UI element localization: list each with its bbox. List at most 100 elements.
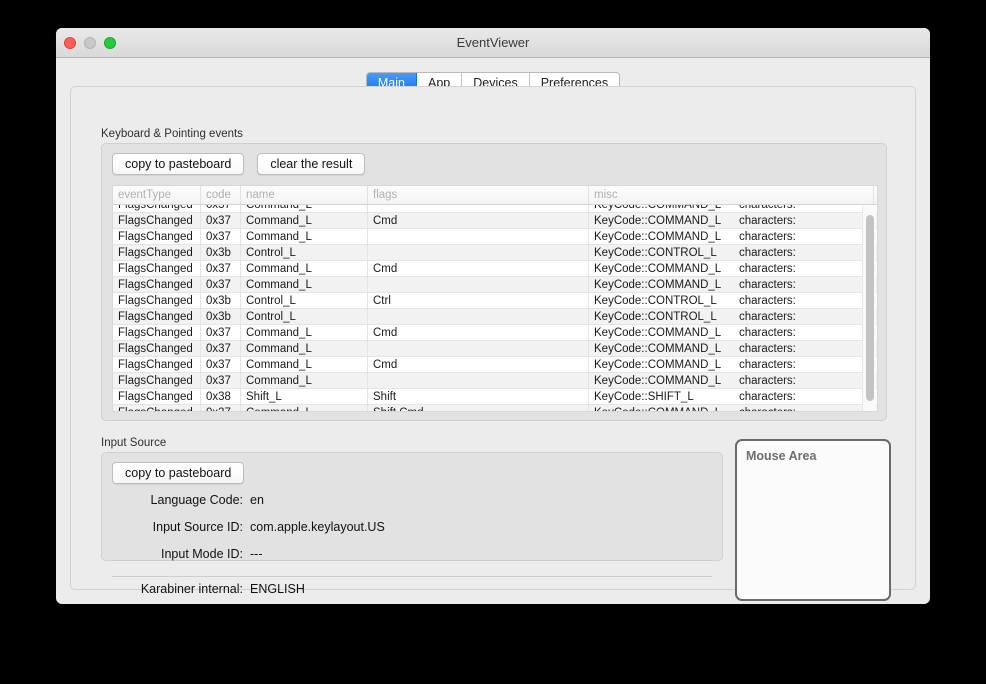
cell-flags (368, 341, 589, 356)
column-header-misc[interactable]: misc (589, 186, 874, 204)
traffic-lights (64, 37, 116, 49)
cell-misc-characters: characters: (739, 279, 796, 291)
field-label: Input Source ID: (152, 520, 243, 534)
column-header-flags[interactable]: flags (368, 186, 589, 204)
column-header-name[interactable]: name (241, 186, 368, 204)
cell-eventtype: FlagsChanged (113, 405, 201, 411)
cell-name: Command_L (241, 277, 368, 292)
cell-code: 0x37 (201, 373, 241, 388)
cell-misc-keycode: KeyCode::COMMAND_L (594, 375, 722, 387)
cell-code: 0x37 (201, 277, 241, 292)
column-header-code[interactable]: code (201, 186, 241, 204)
keyboard-section-box: copy to pasteboard clear the result even… (101, 143, 887, 421)
table-row[interactable]: FlagsChanged 0x37 Command_L KeyCode::COMMAN… (113, 277, 877, 293)
cell-misc: KeyCode::COMMAND_Lcharacters: (589, 325, 874, 340)
cell-code: 0x37 (201, 325, 241, 340)
cell-misc-characters: characters: (739, 295, 796, 307)
cell-eventtype: FlagsChanged (113, 277, 201, 292)
minimize-button[interactable] (84, 37, 96, 49)
cell-misc-characters: characters: (739, 405, 796, 411)
mouse-area-label: Mouse Area (746, 449, 817, 463)
zoom-button[interactable] (104, 37, 116, 49)
table-row[interactable]: FlagsChanged 0x37 Command_L Cmd KeyCode::COM… (113, 357, 877, 373)
field-value: --- (250, 547, 263, 561)
cell-eventtype: FlagsChanged (113, 357, 201, 372)
cell-code: 0x38 (201, 389, 241, 404)
cell-misc-keycode: KeyCode::CONTROL_L (594, 295, 717, 307)
field-value: ENGLISH (250, 582, 305, 596)
cell-misc-characters: characters: (739, 327, 796, 339)
cell-misc: KeyCode::COMMAND_Lcharacters: (589, 405, 874, 411)
cell-misc-characters: characters: (739, 263, 796, 275)
cell-misc-keycode: KeyCode::COMMAND_L (594, 215, 722, 227)
events-table-body: FlagsChanged 0x37 Command_L KeyCode::COMMAN… (113, 197, 877, 411)
window-titlebar: EventViewer (56, 28, 930, 58)
column-header-eventtype[interactable]: eventType (113, 186, 201, 204)
cell-flags: Cmd (368, 357, 589, 372)
table-row[interactable]: FlagsChanged 0x3b Control_L Ctrl KeyCode::CO… (113, 293, 877, 309)
cell-misc-keycode: KeyCode::COMMAND_L (594, 279, 722, 291)
cell-eventtype: FlagsChanged (113, 293, 201, 308)
table-row[interactable]: FlagsChanged 0x3b Control_L KeyCode::CONTRO… (113, 245, 877, 261)
events-table[interactable]: eventType code name flags misc FlagsChan… (112, 185, 878, 412)
field-label: Karabiner internal: (140, 582, 243, 596)
field-language-code: Language Code: en (102, 493, 722, 520)
cell-flags (368, 229, 589, 244)
close-button[interactable] (64, 37, 76, 49)
cell-misc-keycode: KeyCode::COMMAND_L (594, 343, 722, 355)
cell-eventtype: FlagsChanged (113, 325, 201, 340)
cell-misc-keycode: KeyCode::COMMAND_L (594, 263, 722, 275)
mouse-area[interactable]: Mouse Area (735, 439, 891, 601)
cell-flags: Cmd (368, 325, 589, 340)
field-value: en (250, 493, 264, 507)
cell-misc-characters: characters: (739, 343, 796, 355)
input-source-copy-button[interactable]: copy to pasteboard (112, 462, 245, 484)
table-row[interactable]: FlagsChanged 0x37 Command_L Cmd KeyCode::COM… (113, 213, 877, 229)
field-label: Language Code: (150, 493, 243, 507)
cell-misc: KeyCode::CONTROL_L characters: (589, 245, 874, 260)
cell-name: Control_L (241, 245, 368, 260)
cell-misc: KeyCode::CONTROL_L characters: (589, 293, 874, 308)
cell-name: Command_L (241, 261, 368, 276)
events-table-scrollbar[interactable] (862, 206, 876, 411)
cell-flags: Cmd (368, 261, 589, 276)
window-title: EventViewer (456, 35, 530, 50)
table-row[interactable]: FlagsChanged 0x37 Command_L KeyCode::COMMAN… (113, 341, 877, 357)
keyboard-section-label: Keyboard & Pointing events (101, 128, 243, 140)
cell-misc: KeyCode::COMMAND_L characters: (589, 341, 874, 356)
cell-code: 0x37 (201, 405, 241, 411)
cell-misc-characters: characters: (739, 215, 796, 227)
table-row[interactable]: FlagsChanged 0x37 Command_L KeyCode::COMMAN… (113, 229, 877, 245)
field-divider (112, 576, 712, 577)
cell-misc-keycode: KeyCode::COMMAND_L (594, 405, 739, 411)
cell-code: 0x37 (201, 261, 241, 276)
cell-misc-keycode: KeyCode::CONTROL_L (594, 311, 717, 323)
cell-misc-keycode: KeyCode::COMMAND_L (594, 359, 722, 371)
cell-code: 0x3b (201, 293, 241, 308)
cell-eventtype: FlagsChanged (113, 245, 201, 260)
table-row[interactable]: FlagsChanged 0x38 Shift_L Shift KeyCode::SHI… (113, 389, 877, 405)
table-row[interactable]: FlagsChanged 0x37 Command_L Cmd KeyCode::COM… (113, 261, 877, 277)
cell-misc-keycode: KeyCode::COMMAND_L (594, 231, 722, 243)
cell-misc: KeyCode::COMMAND_Lcharacters: (589, 229, 874, 244)
table-row[interactable]: FlagsChanged 0x3b Control_L KeyCode::CONTRO… (113, 309, 877, 325)
copy-to-pasteboard-button[interactable]: copy to pasteboard (112, 153, 245, 175)
clear-the-result-button[interactable]: clear the result (257, 153, 366, 175)
scrollbar-thumb[interactable] (866, 215, 874, 401)
cell-name: Control_L (241, 293, 368, 308)
field-input-source-id: Input Source ID: com.apple.keylayout.US (102, 520, 722, 547)
table-row[interactable]: FlagsChanged0x37Command_LShift CmdKeyCod… (113, 405, 877, 411)
field-input-mode-id: Input Mode ID: --- (102, 547, 722, 574)
cell-misc-keycode: KeyCode::SHIFT_L (594, 391, 694, 403)
field-karabiner-internal: Karabiner internal: ENGLISH (102, 582, 722, 604)
cell-misc-characters: characters: (739, 375, 796, 387)
cell-misc: KeyCode::COMMAND_L characters: (589, 277, 874, 292)
events-table-header: eventType code name flags misc (113, 186, 877, 205)
cell-eventtype: FlagsChanged (113, 261, 201, 276)
cell-code: 0x3b (201, 245, 241, 260)
table-row[interactable]: FlagsChanged 0x37 Command_L Cmd KeyCode::COM… (113, 325, 877, 341)
cell-misc: KeyCode::COMMAND_L characters: (589, 261, 874, 276)
table-row[interactable]: FlagsChanged 0x37 Command_L KeyCode::COMMAN… (113, 373, 877, 389)
cell-name: Command_L (241, 325, 368, 340)
cell-flags (368, 373, 589, 388)
